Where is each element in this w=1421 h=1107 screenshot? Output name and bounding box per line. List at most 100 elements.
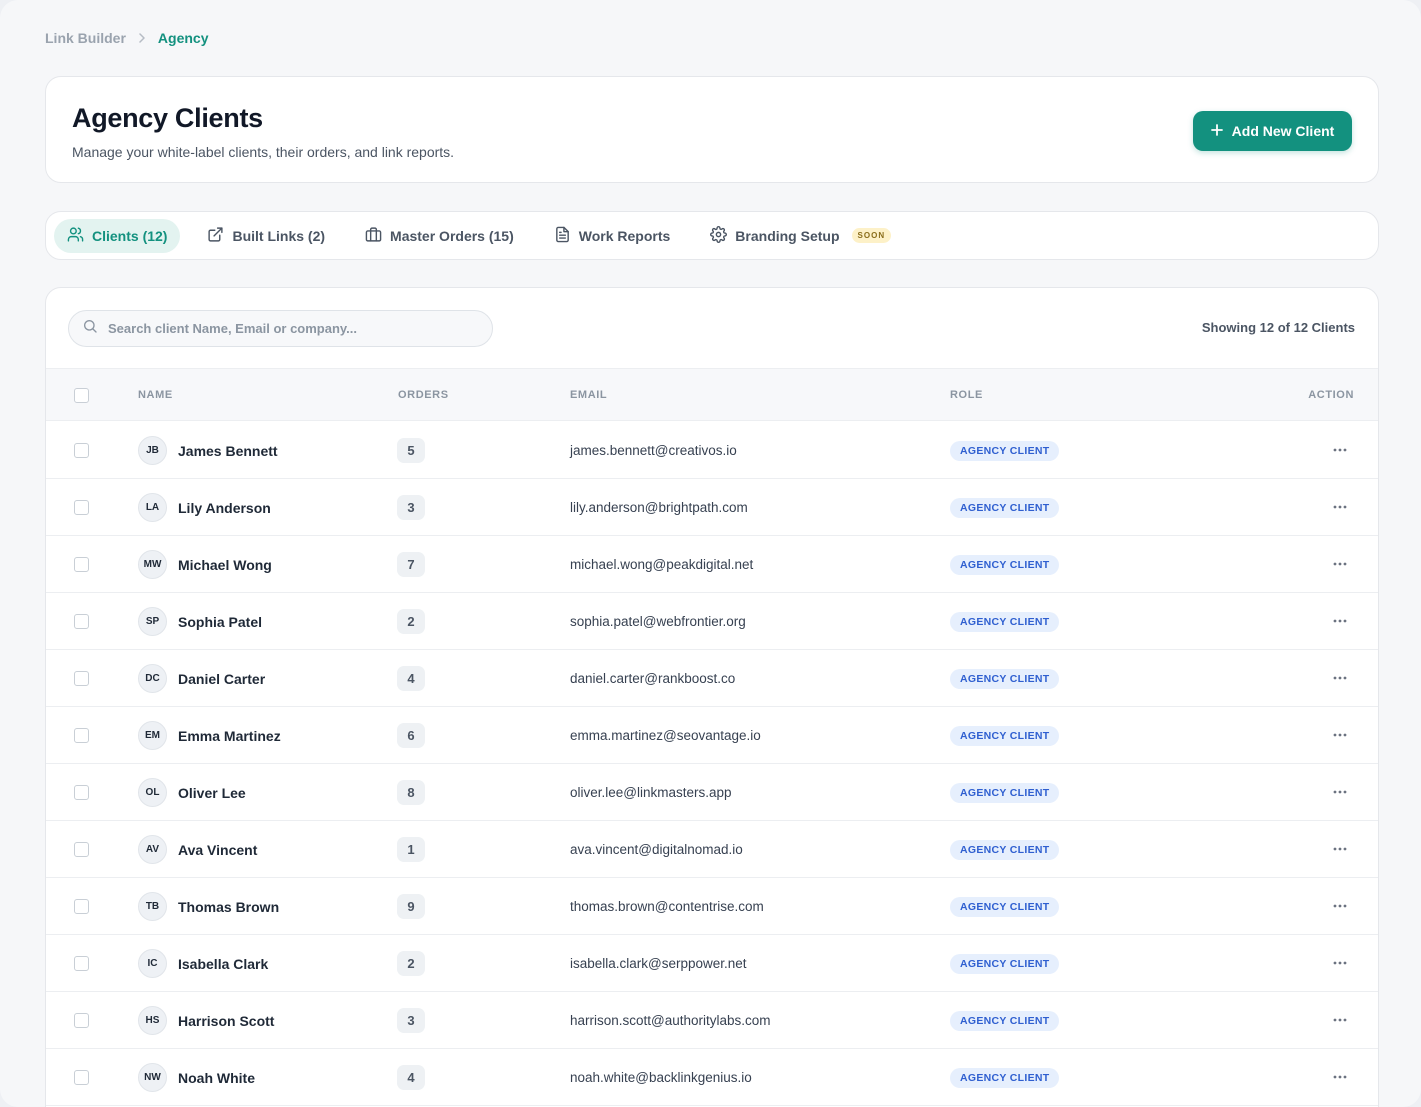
client-email: harrison.scott@authoritylabs.com (570, 1013, 771, 1028)
row-checkbox[interactable] (74, 443, 89, 458)
orders-count: 2 (397, 951, 425, 976)
select-all-checkbox[interactable] (74, 388, 89, 403)
column-header-role[interactable]: ROLE (950, 389, 983, 401)
more-actions-icon[interactable] (1332, 898, 1348, 914)
row-checkbox[interactable] (74, 842, 89, 857)
table-row[interactable]: OL Oliver Lee 8 oliver.lee@linkmasters.app A… (46, 764, 1378, 821)
row-checkbox[interactable] (74, 614, 89, 629)
more-actions-icon[interactable] (1332, 442, 1348, 458)
table-row[interactable]: DC Daniel Carter 4 daniel.carter@rankboost.… (46, 650, 1378, 707)
avatar: HS (138, 1006, 167, 1035)
row-checkbox[interactable] (74, 671, 89, 686)
row-checkbox[interactable] (74, 728, 89, 743)
client-name[interactable]: Michael Wong (178, 557, 272, 573)
client-name[interactable]: Emma Martinez (178, 728, 281, 744)
table-row[interactable]: MW Michael Wong 7 michael.wong@peakdigital.… (46, 536, 1378, 593)
row-checkbox[interactable] (74, 785, 89, 800)
role-badge: AGENCY CLIENT (950, 954, 1060, 974)
row-checkbox[interactable] (74, 899, 89, 914)
row-checkbox[interactable] (74, 956, 89, 971)
table-header: NAME ORDERS EMAIL ROLE ACTION (46, 368, 1378, 421)
column-header-email[interactable]: EMAIL (570, 389, 607, 401)
more-actions-icon[interactable] (1332, 784, 1348, 800)
orders-count: 4 (397, 1065, 425, 1090)
table-row[interactable]: TB Thomas Brown 9 thomas.brown@contentrise.… (46, 878, 1378, 935)
tab-clients[interactable]: Clients (12) (54, 218, 181, 253)
role-badge: AGENCY CLIENT (950, 1068, 1060, 1088)
more-actions-icon[interactable] (1332, 556, 1348, 572)
table-row[interactable]: LA Lily Anderson 3 lily.anderson@brightpath… (46, 479, 1378, 536)
orders-count: 3 (397, 495, 425, 520)
role-badge: AGENCY CLIENT (950, 441, 1060, 461)
orders-count: 1 (397, 837, 425, 862)
role-badge: AGENCY CLIENT (950, 498, 1060, 518)
tab-master-orders[interactable]: Master Orders (15) (352, 219, 527, 253)
row-checkbox[interactable] (74, 1070, 89, 1085)
more-actions-icon[interactable] (1332, 1069, 1348, 1085)
client-name[interactable]: Lily Anderson (178, 500, 271, 516)
table-row[interactable]: IC Isabella Clark 2 isabella.clark@serppowe… (46, 935, 1378, 992)
client-name[interactable]: Oliver Lee (178, 785, 246, 801)
more-actions-icon[interactable] (1332, 727, 1348, 743)
table-row[interactable]: SP Sophia Patel 2 sophia.patel@webfrontier.… (46, 593, 1378, 650)
role-badge: AGENCY CLIENT (950, 840, 1060, 860)
avatar: NW (138, 1063, 167, 1092)
client-email: daniel.carter@rankboost.co (570, 671, 736, 686)
client-name[interactable]: Sophia Patel (178, 614, 262, 630)
search-input[interactable] (108, 321, 468, 336)
avatar: LA (138, 493, 167, 522)
tab-branding-setup[interactable]: Branding Setup SOON (697, 219, 904, 253)
table-row[interactable]: JB James Bennett 5 james.bennett@creativos.… (46, 422, 1378, 479)
client-email: lily.anderson@brightpath.com (570, 500, 748, 515)
client-email: noah.white@backlinkgenius.io (570, 1070, 752, 1085)
avatar: JB (138, 436, 167, 465)
tab-work-reports[interactable]: Work Reports (541, 219, 684, 253)
more-actions-icon[interactable] (1332, 499, 1348, 515)
add-new-client-button[interactable]: Add New Client (1193, 111, 1352, 151)
table-row[interactable]: NW Noah White 4 noah.white@backlinkgenius.i… (46, 1049, 1378, 1106)
client-email: ava.vincent@digitalnomad.io (570, 842, 743, 857)
tab-label: Clients (12) (92, 227, 168, 244)
role-badge: AGENCY CLIENT (950, 726, 1060, 746)
more-actions-icon[interactable] (1332, 955, 1348, 971)
breadcrumb-agency: Agency (157, 30, 209, 46)
client-name[interactable]: James Bennett (178, 443, 278, 459)
client-name[interactable]: Noah White (178, 1070, 255, 1086)
table-row[interactable]: HS Harrison Scott 3 harrison.scott@authorit… (46, 992, 1378, 1049)
client-name[interactable]: Daniel Carter (178, 671, 265, 687)
more-actions-icon[interactable] (1332, 670, 1348, 686)
table-row[interactable]: EM Emma Martinez 6 emma.martinez@seovantage… (46, 707, 1378, 764)
tab-built-links[interactable]: Built Links (2) (194, 219, 338, 253)
orders-count: 3 (397, 1008, 425, 1033)
client-name[interactable]: Harrison Scott (178, 1013, 274, 1029)
column-header-orders[interactable]: ORDERS (398, 389, 449, 401)
breadcrumb-link-builder[interactable]: Link Builder (45, 30, 126, 46)
row-checkbox[interactable] (74, 1013, 89, 1028)
table-row[interactable]: AV Ava Vincent 1 ava.vincent@digitalnomad.i… (46, 821, 1378, 878)
page-header-card: Agency Clients Manage your white-label c… (45, 76, 1379, 183)
role-badge: AGENCY CLIENT (950, 897, 1060, 917)
table-body: JB James Bennett 5 james.bennett@creativos.… (46, 422, 1378, 1106)
avatar: MW (138, 550, 167, 579)
row-checkbox[interactable] (74, 500, 89, 515)
client-name[interactable]: Ava Vincent (178, 842, 257, 858)
tab-label: Built Links (2) (232, 227, 326, 244)
clients-table-card: Showing 12 of 12 Clients NAME ORDERS EMA… (45, 287, 1379, 1107)
row-checkbox[interactable] (74, 557, 89, 572)
orders-count: 6 (397, 723, 425, 748)
avatar: DC (138, 664, 167, 693)
client-name[interactable]: Isabella Clark (178, 956, 268, 972)
more-actions-icon[interactable] (1332, 1012, 1348, 1028)
more-actions-icon[interactable] (1332, 613, 1348, 629)
tab-label: Work Reports (578, 227, 671, 244)
avatar: TB (138, 892, 167, 921)
tab-bar: Clients (12) Built Links (2) Master Orde… (45, 211, 1379, 260)
column-header-name[interactable]: NAME (138, 389, 173, 401)
app-frame: Link Builder Agency Agency Clients Manag… (0, 0, 1421, 1107)
users-icon (67, 226, 84, 246)
client-email: james.bennett@creativos.io (570, 443, 737, 458)
orders-count: 5 (397, 438, 425, 463)
client-email: isabella.clark@serppower.net (570, 956, 747, 971)
client-name[interactable]: Thomas Brown (178, 899, 279, 915)
more-actions-icon[interactable] (1332, 841, 1348, 857)
